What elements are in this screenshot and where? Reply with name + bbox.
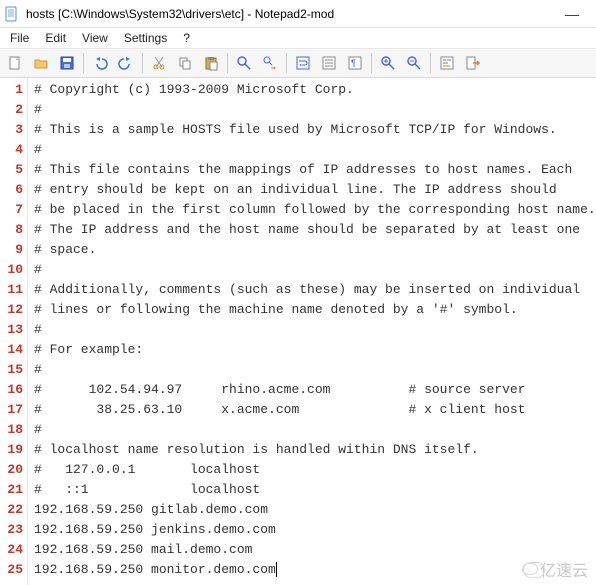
open-folder-icon[interactable] [29, 51, 53, 75]
line-number: 5 [0, 160, 27, 180]
line-number: 25 [0, 560, 27, 580]
line-number: 8 [0, 220, 27, 240]
code-line[interactable]: # The IP address and the host name shoul… [34, 220, 596, 240]
minimize-button[interactable]: — [552, 0, 592, 28]
replace-icon[interactable] [258, 51, 282, 75]
zoom-out-icon[interactable] [402, 51, 426, 75]
undo-icon[interactable] [88, 51, 112, 75]
code-line[interactable]: # entry should be kept on an individual … [34, 180, 596, 200]
code-line[interactable]: # lines or following the machine name de… [34, 300, 596, 320]
toolbar-separator [227, 53, 228, 73]
code-line[interactable]: 192.168.59.250 gitlab.demo.com [34, 500, 596, 520]
code-line[interactable]: # 102.54.94.97 rhino.acme.com # source s… [34, 380, 596, 400]
code-line[interactable]: # This is a sample HOSTS file used by Mi… [34, 120, 596, 140]
code-line[interactable]: # Additionally, comments (such as these)… [34, 280, 596, 300]
code-line[interactable]: # space. [34, 240, 596, 260]
menu-help[interactable]: ? [175, 29, 198, 47]
code-line[interactable]: 192.168.59.250 monitor.demo.com [34, 560, 596, 580]
line-number: 16 [0, 380, 27, 400]
code-area[interactable]: # Copyright (c) 1993-2009 Microsoft Corp… [28, 78, 596, 585]
menu-edit[interactable]: Edit [37, 29, 74, 47]
line-number: 2 [0, 100, 27, 120]
code-line[interactable]: # This file contains the mappings of IP … [34, 160, 596, 180]
line-number: 23 [0, 520, 27, 540]
whitespace-icon[interactable]: ¶ [343, 51, 367, 75]
code-line[interactable]: # [34, 320, 596, 340]
line-number: 4 [0, 140, 27, 160]
code-line[interactable]: # [34, 420, 596, 440]
toolbar-separator [286, 53, 287, 73]
titlebar: hosts [C:\Windows\System32\drivers\etc] … [0, 0, 596, 28]
line-number: 6 [0, 180, 27, 200]
line-number: 3 [0, 120, 27, 140]
code-line[interactable]: # [34, 260, 596, 280]
find-icon[interactable] [232, 51, 256, 75]
window-title: hosts [C:\Windows\System32\drivers\etc] … [26, 7, 552, 21]
line-number: 17 [0, 400, 27, 420]
line-number: 13 [0, 320, 27, 340]
zoom-in-icon[interactable] [376, 51, 400, 75]
new-file-icon[interactable] [3, 51, 27, 75]
line-number: 24 [0, 540, 27, 560]
toolbar-separator [142, 53, 143, 73]
line-numbers-icon[interactable] [317, 51, 341, 75]
code-line[interactable]: 192.168.59.250 jenkins.demo.com [34, 520, 596, 540]
menu-view[interactable]: View [74, 29, 116, 47]
code-line[interactable]: # [34, 360, 596, 380]
toolbar-separator [83, 53, 84, 73]
paste-icon[interactable] [199, 51, 223, 75]
line-number: 10 [0, 260, 27, 280]
menu-file[interactable]: File [2, 29, 37, 47]
syntax-icon[interactable] [435, 51, 459, 75]
toolbar: ¶ [0, 48, 596, 78]
code-line[interactable]: # [34, 140, 596, 160]
line-number: 12 [0, 300, 27, 320]
svg-text:¶: ¶ [351, 58, 356, 68]
toolbar-separator [430, 53, 431, 73]
line-number: 21 [0, 480, 27, 500]
cut-icon[interactable] [147, 51, 171, 75]
menubar: File Edit View Settings ? [0, 28, 596, 48]
menu-settings[interactable]: Settings [116, 29, 175, 47]
code-line[interactable]: # be placed in the first column followed… [34, 200, 596, 220]
line-number: 15 [0, 360, 27, 380]
code-line[interactable]: # Copyright (c) 1993-2009 Microsoft Corp… [34, 80, 596, 100]
copy-icon[interactable] [173, 51, 197, 75]
redo-icon[interactable] [114, 51, 138, 75]
code-line[interactable]: 192.168.59.250 mail.demo.com [34, 540, 596, 560]
line-number: 7 [0, 200, 27, 220]
line-number: 19 [0, 440, 27, 460]
code-line[interactable]: # ::1 localhost [34, 480, 596, 500]
line-number: 11 [0, 280, 27, 300]
line-number: 18 [0, 420, 27, 440]
line-number: 9 [0, 240, 27, 260]
line-number: 20 [0, 460, 27, 480]
line-number: 1 [0, 80, 27, 100]
code-line[interactable]: # For example: [34, 340, 596, 360]
watermark-text: 亿速云 [540, 557, 588, 581]
line-number: 14 [0, 340, 27, 360]
text-caret [276, 562, 277, 577]
code-line[interactable]: # localhost name resolution is handled w… [34, 440, 596, 460]
word-wrap-icon[interactable] [291, 51, 315, 75]
code-line[interactable]: # [34, 100, 596, 120]
toolbar-separator [371, 53, 372, 73]
line-number-gutter: 1234567891011121314151617181920212223242… [0, 78, 28, 585]
code-line[interactable]: # 127.0.0.1 localhost [34, 460, 596, 480]
line-number: 22 [0, 500, 27, 520]
app-icon [4, 6, 20, 22]
editor[interactable]: 1234567891011121314151617181920212223242… [0, 78, 596, 585]
save-icon[interactable] [55, 51, 79, 75]
watermark: 亿速云 [522, 557, 588, 581]
exit-icon[interactable] [461, 51, 485, 75]
code-line[interactable]: # 38.25.63.10 x.acme.com # x client host [34, 400, 596, 420]
